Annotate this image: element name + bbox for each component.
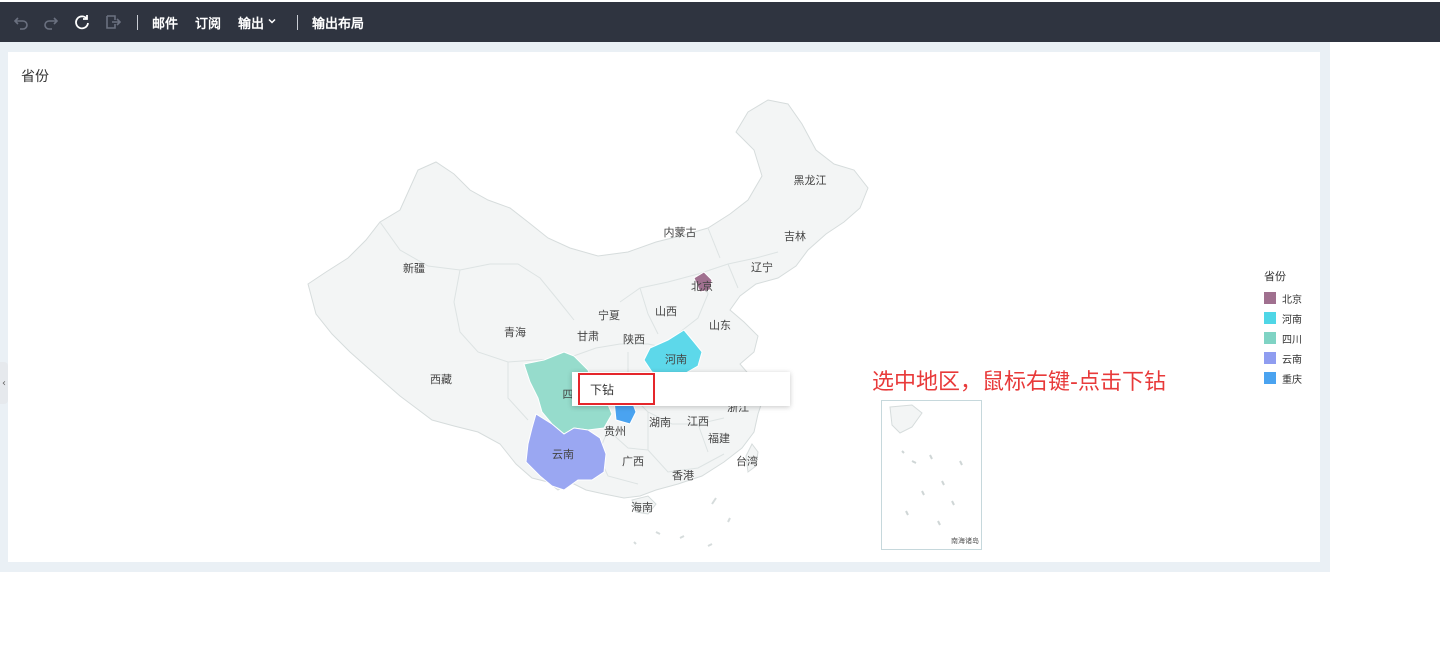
label-hainan: 海南 — [631, 501, 653, 514]
label-liaoning: 辽宁 — [751, 261, 773, 274]
label-neimenggu: 内蒙古 — [663, 226, 697, 239]
label-yunnan: 云南 — [552, 448, 574, 461]
legend-item[interactable]: 重庆 — [1264, 368, 1302, 388]
label-beijing: 北京 — [691, 280, 713, 293]
legend-item[interactable]: 四川 — [1264, 328, 1302, 348]
toolbar: 邮件 订阅 输出 输出布局 — [0, 2, 1440, 42]
undo-icon[interactable] — [12, 2, 30, 42]
label-gansu: 甘肃 — [577, 330, 599, 343]
refresh-icon[interactable] — [73, 2, 91, 42]
sidebar-collapse-handle[interactable]: ‹ — [0, 362, 8, 404]
label-shaanxi: 陕西 — [623, 333, 645, 346]
inset-map — [889, 404, 963, 526]
legend-swatch — [1264, 332, 1276, 344]
legend-item[interactable]: 北京 — [1264, 288, 1302, 308]
legend-swatch — [1264, 292, 1276, 304]
label-guangxi: 广西 — [622, 455, 644, 468]
legend-swatch — [1264, 372, 1276, 384]
legend-label: 北京 — [1282, 294, 1302, 306]
toolbar-divider — [137, 15, 138, 30]
label-xianggang: 香港 — [672, 469, 694, 482]
label-guizhou: 贵州 — [604, 425, 626, 438]
inset-label: 南海诸岛 — [951, 537, 979, 545]
label-jiangxi: 江西 — [687, 415, 709, 428]
legend-label: 四川 — [1282, 334, 1302, 346]
mail-button[interactable]: 邮件 — [152, 2, 178, 42]
chevron-left-icon: ‹ — [2, 377, 6, 389]
legend-swatch — [1264, 312, 1276, 324]
redo-icon[interactable] — [42, 2, 60, 42]
output-layout-button[interactable]: 输出布局 — [312, 2, 364, 42]
legend-title: 省份 — [1264, 270, 1286, 283]
label-fujian: 福建 — [708, 432, 730, 445]
label-hunan: 湖南 — [649, 416, 671, 429]
label-xinjiang: 新疆 — [403, 262, 425, 275]
label-jilin: 吉林 — [784, 230, 806, 243]
legend-item[interactable]: 河南 — [1264, 308, 1302, 328]
subscribe-button[interactable]: 订阅 — [195, 2, 221, 42]
output-label: 输出 — [238, 16, 265, 32]
south-china-sea-inset: 南海诸岛 — [881, 400, 982, 550]
toolbar-divider — [297, 15, 298, 30]
legend-item[interactable]: 云南 — [1264, 348, 1302, 368]
export-icon[interactable] — [104, 2, 122, 42]
output-dropdown[interactable]: 输出 — [238, 2, 277, 42]
label-xizang: 西藏 — [430, 373, 452, 386]
label-taiwan: 台湾 — [736, 455, 758, 468]
report-panel: 省份 新疆 西藏 青海 甘肃 宁夏 内蒙古 黑龙江 吉林 辽宁 北京 山西 山东… — [0, 42, 1330, 572]
map-card: 省份 新疆 西藏 青海 甘肃 宁夏 内蒙古 黑龙江 吉林 辽宁 北京 山西 山东… — [8, 52, 1320, 562]
annotation-text: 选中地区，鼠标右键-点击下钻 — [872, 370, 1166, 395]
drill-down-highlight-box — [578, 373, 655, 405]
legend-label: 云南 — [1282, 354, 1302, 366]
label-heilongjiang: 黑龙江 — [793, 174, 827, 187]
label-henan: 河南 — [665, 353, 687, 366]
label-shanxi: 山西 — [655, 305, 677, 318]
label-ningxia: 宁夏 — [598, 309, 620, 322]
mail-label: 邮件 — [152, 16, 179, 32]
label-qinghai: 青海 — [504, 326, 526, 339]
label-shandong: 山东 — [709, 319, 731, 332]
legend-label: 河南 — [1282, 314, 1302, 326]
output-layout-label: 输出布局 — [312, 16, 365, 32]
chevron-down-icon — [267, 15, 277, 30]
legend-label: 重庆 — [1282, 374, 1302, 386]
legend: 省份 北京 河南 四川 云南 重庆 — [1264, 268, 1302, 388]
legend-swatch — [1264, 352, 1276, 364]
subscribe-label: 订阅 — [195, 16, 222, 32]
